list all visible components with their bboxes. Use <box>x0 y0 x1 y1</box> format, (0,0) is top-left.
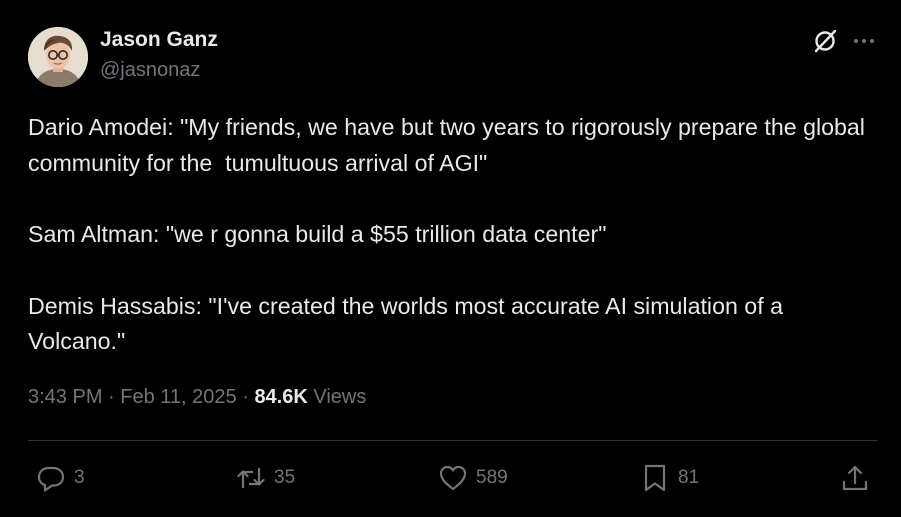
divider <box>28 440 878 441</box>
bookmark-icon <box>644 464 666 492</box>
post-paragraph: Dario Amodei: "My friends, we have but t… <box>28 114 872 176</box>
post-text: Dario Amodei: "My friends, we have but t… <box>28 110 878 360</box>
bookmark-count: 81 <box>678 467 700 488</box>
post-paragraph: Sam Altman: "we r gonna build a $55 tril… <box>28 221 607 247</box>
repost-count: 35 <box>274 467 296 488</box>
share-button[interactable] <box>840 462 870 494</box>
views-count: 84.6K <box>254 386 308 408</box>
repost-icon <box>237 468 265 488</box>
repost-button[interactable]: 35 <box>236 462 295 494</box>
more-icon[interactable] <box>850 28 878 54</box>
like-count: 589 <box>476 467 508 488</box>
reply-button[interactable]: 3 <box>36 462 85 494</box>
grok-icon[interactable] <box>812 28 838 54</box>
tweet: Jason Ganz @jasnonaz Dario Amodei: "My f… <box>0 0 901 517</box>
post-paragraph: Demis Hassabis: "I've created the worlds… <box>28 292 790 355</box>
post-time[interactable]: 3:43 PM <box>28 386 102 408</box>
post-meta: 3:43 PM · Feb 11, 2025 · 84.6K Views <box>28 386 366 409</box>
avatar[interactable] <box>28 27 88 87</box>
reply-count: 3 <box>74 467 85 488</box>
meta-separator: · <box>236 386 255 408</box>
bookmark-button[interactable]: 81 <box>640 462 699 494</box>
reply-icon <box>37 466 65 492</box>
author-handle[interactable]: @jasnonaz <box>100 59 200 82</box>
author-name[interactable]: Jason Ganz <box>100 28 218 52</box>
avatar-image <box>28 27 88 87</box>
meta-separator: · <box>102 386 121 408</box>
views-label: Views <box>313 386 367 408</box>
share-icon <box>842 465 868 491</box>
like-button[interactable]: 589 <box>438 462 508 494</box>
post-date[interactable]: Feb 11, 2025 <box>120 386 236 408</box>
like-icon <box>439 465 467 491</box>
